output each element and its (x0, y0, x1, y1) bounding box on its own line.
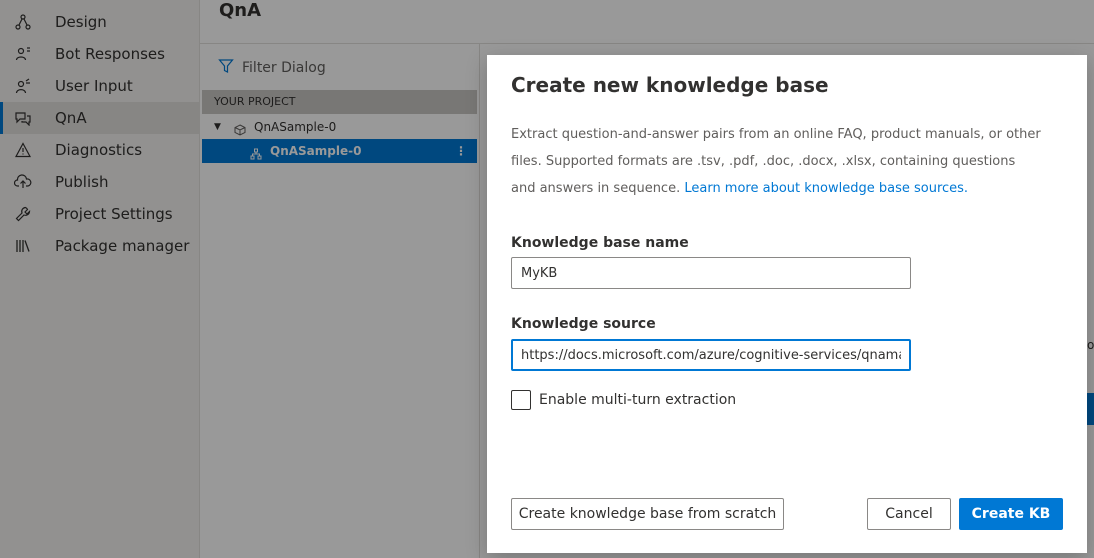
learn-more-link[interactable]: Learn more about knowledge base sources. (684, 181, 968, 196)
kb-name-input[interactable] (511, 257, 911, 289)
modal-description: Extract question-and-answer pairs from a… (511, 121, 1041, 202)
multiturn-row[interactable]: Enable multi-turn extraction (511, 390, 736, 410)
multiturn-checkbox[interactable] (511, 390, 531, 410)
kb-source-label: Knowledge source (511, 316, 656, 332)
kb-name-label: Knowledge base name (511, 235, 689, 251)
cancel-button[interactable]: Cancel (867, 498, 951, 530)
multiturn-label: Enable multi-turn extraction (539, 392, 737, 408)
create-from-scratch-button[interactable]: Create knowledge base from scratch (511, 498, 784, 530)
kb-source-input[interactable] (511, 339, 911, 371)
create-kb-modal: Create new knowledge base Extract questi… (487, 55, 1087, 553)
create-kb-button[interactable]: Create KB (959, 498, 1063, 530)
modal-title: Create new knowledge base (511, 73, 829, 97)
